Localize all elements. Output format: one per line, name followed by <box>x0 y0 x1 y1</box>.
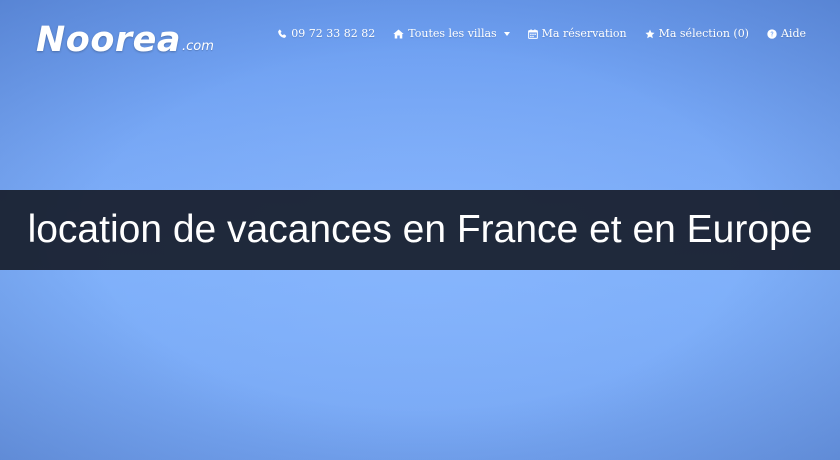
nav-reservation-label: Ma réservation <box>541 27 627 40</box>
nav-help-link[interactable]: Aide <box>767 27 806 40</box>
hero-banner: location de vacances en France et en Eur… <box>0 190 840 270</box>
question-circle-icon <box>767 28 777 39</box>
nav-help-label: Aide <box>780 27 806 40</box>
main-nav: 09 72 33 82 82 Toutes les villas Ma rése… <box>277 27 806 40</box>
nav-villas-label: Toutes les villas <box>408 27 497 40</box>
calendar-icon <box>527 28 538 39</box>
chevron-down-icon <box>503 32 510 36</box>
logo-text: Noorea <box>36 20 181 60</box>
home-icon <box>393 29 404 38</box>
navbar: Noorea .com 09 72 33 82 82 Toutes les vi… <box>0 0 840 78</box>
nav-reservation-link[interactable]: Ma réservation <box>527 27 627 40</box>
logo-suffix: .com <box>182 39 214 54</box>
nav-selection-label: Ma sélection (0) <box>658 27 749 40</box>
nav-phone-label: 09 72 33 82 82 <box>291 27 376 40</box>
site-logo[interactable]: Noorea .com <box>36 16 214 60</box>
star-icon <box>645 29 655 38</box>
nav-selection-link[interactable]: Ma sélection (0) <box>645 27 749 40</box>
nav-phone-link[interactable]: 09 72 33 82 82 <box>277 27 375 40</box>
phone-icon <box>278 29 287 38</box>
nav-villas-dropdown[interactable]: Toutes les villas <box>393 27 510 40</box>
hero-title: location de vacances en France et en Eur… <box>27 208 813 251</box>
